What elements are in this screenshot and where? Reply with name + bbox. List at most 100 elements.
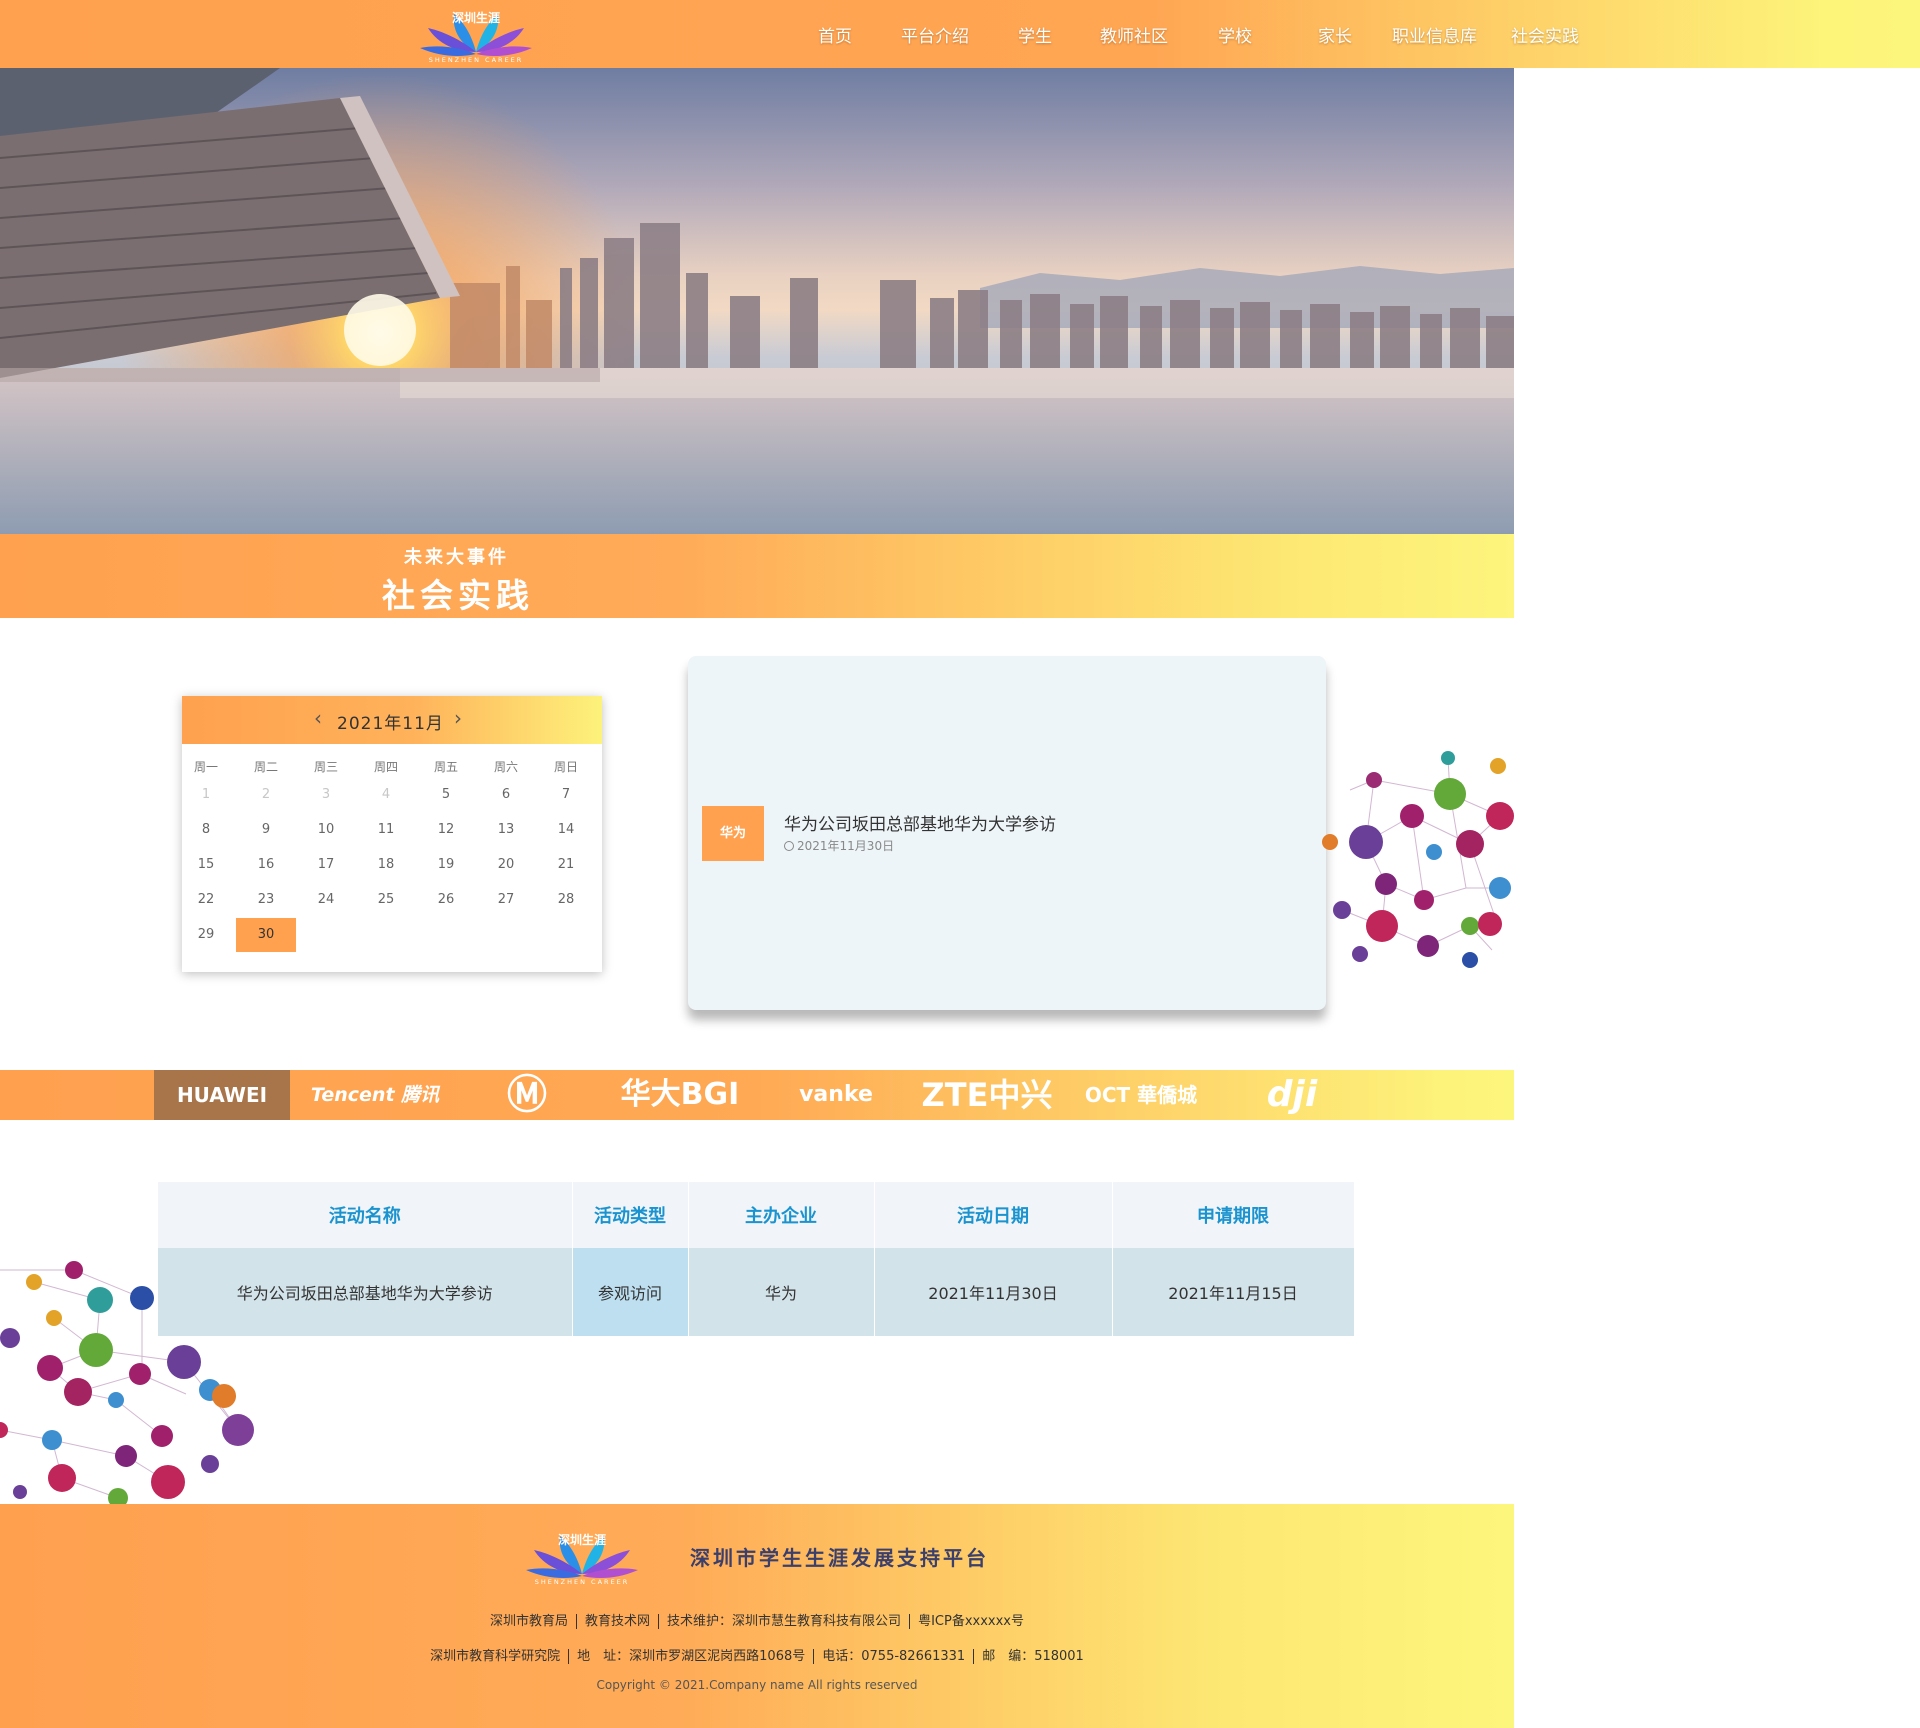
nav-school[interactable]: 学校 — [1218, 22, 1252, 47]
cell-application-deadline: 2021年11月15日 — [1112, 1248, 1355, 1336]
partner-logo-dji[interactable]: dji — [1252, 1070, 1332, 1120]
calendar-day[interactable]: 20 — [476, 848, 536, 882]
calendar-day[interactable]: 26 — [416, 883, 476, 917]
footer-link-education-bureau[interactable]: 深圳市教育局 — [482, 1614, 576, 1629]
calendar-weekday: 周三 — [313, 760, 338, 774]
calendar-weekday: 周一 — [193, 760, 218, 774]
event-card: 华为 华为公司坂田总部基地华为大学参访 2021年11月30日 — [688, 656, 1326, 1010]
calendar-day[interactable]: 1 — [176, 778, 236, 812]
event-calendar: ‹ 2021年11月 › 周一 周二 周三 周四 周五 周六 周日 1 2 3 4 5 6 7 8 9 10 11… — [182, 696, 602, 972]
calendar-day[interactable]: 14 — [536, 813, 596, 847]
calendar-day[interactable]: 18 — [356, 848, 416, 882]
calendar-month-label: 2021年11月 — [337, 714, 444, 734]
calendar-day[interactable]: 19 — [416, 848, 476, 882]
calendar-day[interactable]: 23 — [236, 883, 296, 917]
cell-host-company: 华为 — [688, 1248, 875, 1336]
calendar-day[interactable]: 10 — [296, 813, 356, 847]
partner-logo-zte[interactable]: ZTE中兴 — [920, 1070, 1054, 1120]
nav-parent[interactable]: 家长 — [1318, 22, 1352, 47]
col-activity-name: 活动名称 — [158, 1182, 573, 1248]
calendar-day[interactable]: 9 — [236, 813, 296, 847]
calendar-day[interactable]: 29 — [176, 918, 236, 952]
calendar-day[interactable]: 24 — [296, 883, 356, 917]
top-header: 深圳生涯 SHENZHEN CAREER 首页 平台介绍 学生 教师社区 学校 … — [0, 0, 1920, 68]
calendar-day[interactable]: 25 — [356, 883, 416, 917]
calendar-weekday: 周日 — [553, 760, 578, 774]
activity-table: 活动名称 活动类型 主办企业 活动日期 申请期限 华为公司坂田总部基地华为大学参… — [158, 1182, 1355, 1336]
calendar-day[interactable]: 4 — [356, 778, 416, 812]
calendar-day[interactable]: 11 — [356, 813, 416, 847]
page: 深圳生涯 SHENZHEN CAREER 首页 平台介绍 学生 教师社区 学校 … — [0, 0, 1920, 1728]
calendar-day[interactable]: 17 — [296, 848, 356, 882]
calendar-day[interactable]: 28 — [536, 883, 596, 917]
event-company-tag: 华为 — [702, 806, 764, 861]
network-decoration-right — [1322, 751, 1514, 968]
footer-postcode: 邮 编：518001 — [973, 1649, 1092, 1664]
event-date: 2021年11月30日 — [784, 837, 894, 854]
footer-logo-text-cn: 深圳生涯 — [558, 1532, 606, 1547]
cell-activity-name[interactable]: 华为公司坂田总部基地华为大学参访 — [158, 1248, 573, 1336]
calendar-day-selected[interactable]: 30 — [236, 918, 296, 952]
calendar-day[interactable]: 7 — [536, 778, 596, 812]
footer-tech-support: 技术维护：深圳市慧生教育科技有限公司 — [658, 1614, 910, 1629]
calendar-day[interactable]: 21 — [536, 848, 596, 882]
calendar-day[interactable]: 13 — [476, 813, 536, 847]
band-title: 社会实践 — [382, 576, 534, 615]
partner-logo-huawei[interactable]: HUAWEI — [154, 1070, 290, 1120]
cell-activity-type: 参观访问 — [572, 1248, 689, 1336]
footer-info-row-2: 深圳市教育科学研究院地 址：深圳市罗湖区泥岗西路1068号 电话：0755-826… — [0, 1645, 1514, 1664]
clock-icon — [784, 841, 794, 851]
col-activity-date: 活动日期 — [874, 1182, 1113, 1248]
site-footer: 深圳生涯 SHENZHEN CAREER 深圳市学生生涯发展支持平台 深圳市教育… — [0, 1504, 1514, 1728]
event-title-link[interactable]: 华为公司坂田总部基地华为大学参访 — [784, 810, 1056, 835]
nav-social-practice[interactable]: 社会实践 — [1511, 22, 1579, 47]
cell-activity-date: 2021年11月30日 — [874, 1248, 1113, 1336]
calendar-day[interactable]: 12 — [416, 813, 476, 847]
col-host-company: 主办企业 — [688, 1182, 875, 1248]
partner-logo-vanke[interactable]: vanke — [796, 1070, 876, 1120]
footer-logo[interactable]: 深圳生涯 SHENZHEN CAREER — [514, 1526, 650, 1586]
footer-links-row-1: 深圳市教育局 教育技术网 技术维护：深圳市慧生教育科技有限公司 粤ICP备xxxxxx… — [0, 1610, 1514, 1629]
calendar-day[interactable]: 2 — [236, 778, 296, 812]
main-nav: 首页 平台介绍 学生 教师社区 学校 家长 职业信息库 社会实践 — [0, 0, 1920, 68]
calendar-day[interactable]: 6 — [476, 778, 536, 812]
footer-platform-name: 深圳市学生生涯发展支持平台 — [690, 1546, 989, 1570]
partner-logo-tencent[interactable]: Tencent 腾讯 — [310, 1070, 440, 1120]
footer-research-institute[interactable]: 深圳市教育科学研究院 — [422, 1649, 568, 1664]
nav-career-database[interactable]: 职业信息库 — [1392, 22, 1477, 47]
footer-phone: 电话：0755-82661331 — [813, 1649, 974, 1664]
calendar-day[interactable]: 27 — [476, 883, 536, 917]
nav-platform-intro[interactable]: 平台介绍 — [901, 22, 969, 47]
partner-logo-bgi[interactable]: 华大BGI — [612, 1070, 748, 1120]
footer-link-edu-tech[interactable]: 教育技术网 — [576, 1614, 659, 1629]
calendar-day[interactable]: 8 — [176, 813, 236, 847]
nav-home[interactable]: 首页 — [818, 22, 852, 47]
calendar-day[interactable]: 15 — [176, 848, 236, 882]
next-month-icon[interactable]: › — [454, 706, 462, 730]
partner-logo-cmb[interactable]: Ⓜ — [500, 1070, 554, 1120]
calendar-header: ‹ 2021年11月 › — [182, 696, 602, 744]
calendar-weekday: 周五 — [433, 760, 458, 774]
band-subtitle: 未来大事件 — [404, 547, 509, 568]
event-date-text: 2021年11月30日 — [797, 839, 895, 853]
nav-teacher-community[interactable]: 教师社区 — [1100, 22, 1168, 47]
footer-logo-text-en: SHENZHEN CAREER — [535, 1578, 630, 1586]
calendar-day[interactable]: 16 — [236, 848, 296, 882]
prev-month-icon[interactable]: ‹ — [314, 706, 322, 730]
calendar-day[interactable]: 22 — [176, 883, 236, 917]
calendar-weekday: 周四 — [373, 760, 398, 774]
calendar-weekday: 周六 — [493, 760, 518, 774]
hero-banner-image — [0, 68, 1514, 534]
partner-logo-oct[interactable]: OCT 華僑城 — [1074, 1070, 1208, 1120]
footer-icp[interactable]: 粤ICP备xxxxxx号 — [909, 1614, 1032, 1629]
footer-address: 地 址：深圳市罗湖区泥岗西路1068号 — [568, 1649, 814, 1664]
table-row[interactable]: 华为公司坂田总部基地华为大学参访 参观访问 华为 2021年11月30日 202… — [158, 1248, 1355, 1336]
col-application-deadline: 申请期限 — [1112, 1182, 1355, 1248]
footer-copyright: Copyright © 2021.Company name All rights… — [596, 1678, 918, 1692]
col-activity-type: 活动类型 — [572, 1182, 689, 1248]
table-header-row: 活动名称 活动类型 主办企业 活动日期 申请期限 — [158, 1182, 1355, 1248]
calendar-day[interactable]: 3 — [296, 778, 356, 812]
calendar-day[interactable]: 5 — [416, 778, 476, 812]
partner-logo-strip: HUAWEI Tencent 腾讯 Ⓜ 华大BGI vanke ZTE中兴 OC… — [0, 1070, 1514, 1120]
nav-student[interactable]: 学生 — [1018, 22, 1052, 47]
